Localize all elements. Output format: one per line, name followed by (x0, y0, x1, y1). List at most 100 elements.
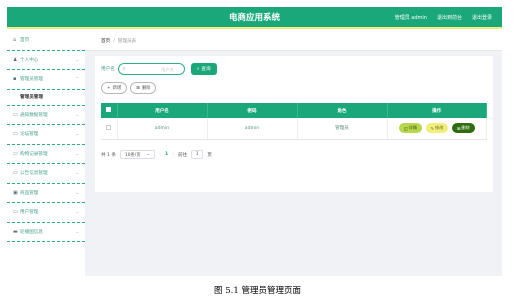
sidebar-item-admin[interactable]: ▪ 管理员管理 ⌃ (7, 70, 85, 90)
search-label: 用户名 (101, 67, 115, 72)
breadcrumb: 首页 / 管理员表 (85, 31, 502, 51)
add-button[interactable]: + 新增 (101, 82, 128, 94)
sidebar-item-users[interactable]: ▭ 用户管理 ⌄ (7, 203, 85, 223)
admin-icon: ▪ (13, 76, 17, 83)
sidebar-item-goods[interactable]: ▣ 商品管理 ⌄ (7, 184, 85, 203)
chevron-down-icon: ⌄ (75, 150, 79, 156)
table-header-row: 用户名 密码 角色 操作 (101, 103, 487, 118)
detail-button-label: 详情 (408, 125, 418, 131)
column-header-password: 密码 (207, 103, 298, 118)
back-to-front-link[interactable]: 退出到前台 (437, 14, 462, 21)
users-icon: ▭ (13, 209, 18, 216)
sidebar-item-label: 通知数据管理 (20, 112, 48, 118)
logout-link[interactable]: 退出登录 (472, 14, 492, 21)
trash-icon: ⊠ (456, 125, 461, 131)
detail-icon: ◫ (403, 125, 408, 131)
sidebar-subitem-admin[interactable]: 管理员管理 (7, 90, 85, 106)
breadcrumb-home[interactable]: 首页 (101, 39, 110, 44)
total-count: 共 1 条 (101, 152, 117, 158)
sidebar-item-forum[interactable]: ▭ 论坛管理 ⌄ (7, 125, 85, 145)
sidebar-item-label: 公告信息管理 (20, 171, 48, 177)
sidebar-item-notice[interactable]: ▭ 通知数据管理 ⌄ (7, 106, 85, 125)
content-panel: 用户名 ⌕ 用户名 ⌕ 查询 + 新增 ⊠ 删除 用户名 密码 角色 操作 ad… (95, 56, 493, 192)
figure-caption: 图 5.1 管理员管理页面 (214, 286, 301, 296)
batch-delete-button[interactable]: ⊠ 删除 (130, 82, 157, 94)
page-size-value: 10条/页 (125, 152, 141, 158)
goods-icon: ▣ (13, 189, 18, 196)
delete-button-label: 删除 (141, 86, 151, 91)
chevron-down-icon: ⌄ (75, 228, 79, 234)
breadcrumb-separator: / (113, 39, 115, 44)
trash-icon: ⊠ (136, 85, 140, 91)
cell-username: admin (117, 118, 208, 140)
delete-button[interactable]: ⊠ 删除 (451, 123, 475, 134)
chevron-down-icon: ⌄ (75, 209, 79, 214)
app-root: 电商应用系统 管理员 admin 退出到前台 退出登录 ⌂ 首页 ♟ 个人中心 … (0, 0, 515, 308)
table-row: admin admin 管理员 ◫ 详情 ✎ 修改 ⊠ 删除 (101, 118, 487, 140)
current-user-label: 管理员 admin (394, 15, 427, 21)
chevron-down-icon: ⌄ (75, 131, 79, 136)
record-icon: ▭ (13, 150, 18, 157)
pagination: 共 1 条 10条/页 ⌄ ‹ 1 › 前往 1 页 (101, 150, 212, 159)
column-header-username: 用户名 (117, 103, 208, 118)
breadcrumb-current: 管理员表 (117, 39, 137, 44)
chevron-down-icon: ⌄ (75, 189, 79, 195)
sidebar-item-label: 管理员管理 (20, 77, 43, 83)
data-table: 用户名 密码 角色 操作 admin admin 管理员 ◫ 详情 ✎ 修改 ⊠… (101, 103, 487, 140)
chevron-down-icon: ⌄ (146, 152, 151, 157)
cell-password: admin (207, 118, 298, 140)
sidebar-item-label: 论坛管理 (20, 132, 39, 138)
cell-role: 管理员 (297, 118, 388, 140)
add-button-label: 新增 (112, 86, 122, 91)
sidebar-item-home[interactable]: ⌂ 首页 (7, 31, 85, 51)
search-row: 用户名 ⌕ 用户名 ⌕ 查询 (101, 63, 217, 75)
sidebar-item-label: 用户管理 (20, 210, 39, 216)
sidebar-item-label: 个人中心 (20, 57, 39, 63)
edit-button[interactable]: ✎ 修改 (425, 123, 449, 134)
sidebar-item-profile[interactable]: ♟ 个人中心 ⌄ (7, 51, 85, 70)
delete-row-button-label: 删除 (461, 125, 470, 131)
page-suffix: 页 (207, 152, 212, 158)
sidebar-item-announcement[interactable]: ▭ 公告信息管理 ⌄ (7, 164, 85, 184)
edit-button-label: 修改 (435, 125, 444, 131)
main-content: 首页 / 管理员表 用户名 ⌕ 用户名 ⌕ 查询 + 新增 ⊠ 删除 用户名 密… (85, 31, 502, 276)
search-icon: ⌕ (196, 67, 200, 72)
column-header-role: 角色 (297, 103, 388, 118)
page-number-current[interactable]: 1 (165, 152, 168, 157)
chevron-up-icon: ⌃ (75, 76, 79, 81)
sidebar-item-label: 购物记录管理 (20, 151, 48, 157)
chevron-down-icon: ⌄ (75, 111, 79, 117)
plus-icon: + (107, 85, 111, 91)
sidebar-item-purchase-record[interactable]: ▭ 购物记录管理 ⌄ (7, 145, 85, 164)
page-size-select[interactable]: 10条/页 ⌄ (120, 150, 156, 159)
sidebar-item-carousel[interactable]: ▬ 轮播图信息 ⌄ (7, 223, 85, 242)
goto-page-input[interactable]: 1 (191, 150, 204, 159)
cell-actions: ◫ 详情 ✎ 修改 ⊠ 删除 (387, 118, 487, 140)
next-page-button[interactable]: › (172, 152, 174, 157)
top-nav: 管理员 admin 退出到前台 退出登录 (395, 14, 492, 21)
query-button-label: 查询 (201, 67, 211, 72)
prev-page-button[interactable]: ‹ (159, 152, 161, 157)
row-checkbox[interactable] (101, 118, 118, 140)
sidebar-item-label: 商品管理 (20, 190, 39, 196)
user-icon: ♟ (13, 56, 18, 63)
search-icon: ⌕ (122, 66, 126, 72)
chevron-down-icon: ⌄ (75, 56, 79, 62)
query-button[interactable]: ⌕ 查询 (190, 63, 217, 75)
sidebar-item-label: 轮播图信息 (20, 229, 43, 235)
search-input[interactable]: ⌕ 用户名 (117, 63, 185, 75)
carousel-icon: ▬ (13, 228, 18, 235)
forum-icon: ▭ (13, 131, 18, 138)
search-placeholder: 用户名 (161, 66, 174, 72)
select-all-checkbox[interactable] (101, 103, 118, 118)
sidebar-item-label: 首页 (20, 38, 30, 44)
goto-label: 前往 (178, 152, 188, 158)
announcement-icon: ▭ (13, 170, 18, 177)
action-buttons: + 新增 ⊠ 删除 (101, 82, 157, 94)
edit-icon: ✎ (430, 125, 435, 131)
chevron-down-icon: ⌄ (75, 170, 79, 175)
sidebar: ⌂ 首页 ♟ 个人中心 ⌄ ▪ 管理员管理 ⌃ 管理员管理 ▭ 通知数据管理 ⌄… (7, 31, 85, 276)
home-icon: ⌂ (13, 37, 17, 44)
detail-button[interactable]: ◫ 详情 (398, 123, 423, 134)
top-bar: 电商应用系统 管理员 admin 退出到前台 退出登录 (7, 7, 502, 29)
